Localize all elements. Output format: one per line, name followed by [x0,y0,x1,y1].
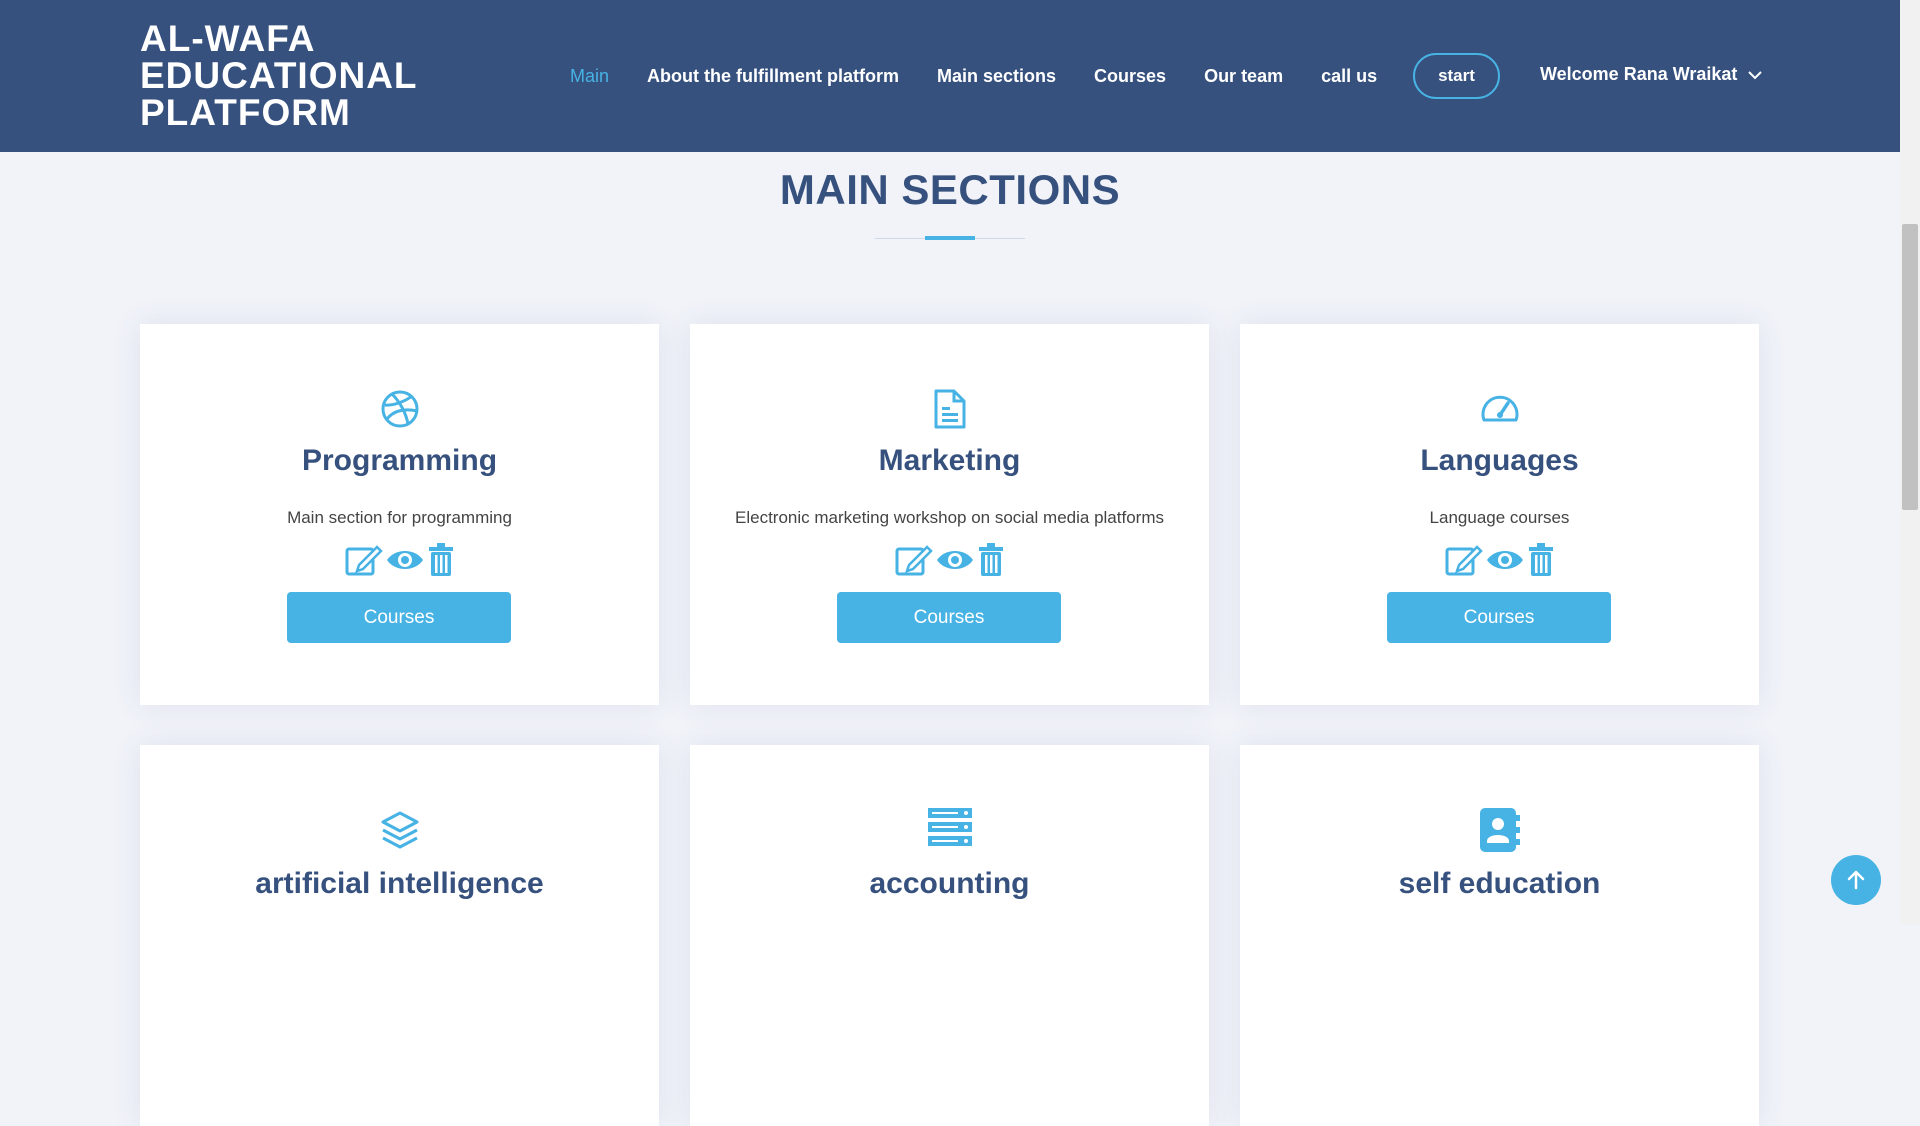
main-nav: Main About the fulfillment platform Main… [570,0,1415,152]
section-card-artificial-intelligence: artificial intelligence [140,745,659,1126]
card-title: Programming [301,444,498,477]
card-actions [140,542,659,578]
logo-line-3: PLATFORM [140,92,351,133]
logo-line-1: AL-WAFA [140,18,316,59]
site-header: AL-WAFA EDUCATIONAL PLATFORM Main About … [0,0,1900,152]
delete-trash-icon[interactable] [427,543,455,577]
file-text-icon [934,389,965,429]
card-description: Language courses [1429,508,1570,527]
nav-item-our-team[interactable]: Our team [1204,66,1283,87]
scrollbar-thumb[interactable] [1902,224,1918,510]
card-description: Electronic marketing workshop on social … [735,508,1164,527]
section-card-self-education: self education [1240,745,1759,1126]
card-actions [1240,542,1759,578]
nav-item-call-us[interactable]: call us [1321,66,1377,87]
section-card-marketing: Marketing Electronic marketing workshop … [690,324,1209,705]
view-eye-icon[interactable] [935,546,975,574]
nav-item-main-sections[interactable]: Main sections [937,66,1056,87]
courses-button[interactable]: Courses [1387,592,1611,643]
view-eye-icon[interactable] [385,546,425,574]
card-title: accounting [869,867,1030,900]
back-to-top-button[interactable] [1831,855,1881,905]
section-title: MAIN SECTIONS [779,166,1121,213]
speedometer-icon [1481,395,1518,422]
nav-item-about[interactable]: About the fulfillment platform [647,66,899,87]
logo-line-2: EDUCATIONAL [140,55,418,96]
dribbble-icon [381,390,418,428]
card-description: Main section for programming [287,508,512,527]
arrow-up-icon [1847,870,1865,890]
layers-icon [381,811,418,849]
courses-button[interactable]: Courses [287,592,511,643]
edit-icon[interactable] [345,543,383,577]
card-title: Marketing [878,444,1021,477]
courses-button[interactable]: Courses [837,592,1061,643]
chevron-down-icon [1748,71,1763,80]
title-accent-bar [925,236,975,240]
edit-icon[interactable] [895,543,933,577]
site-logo[interactable]: AL-WAFA EDUCATIONAL PLATFORM [140,20,460,131]
contact-book-icon [1479,808,1520,852]
edit-icon[interactable] [1445,543,1483,577]
section-card-accounting: accounting [690,745,1209,1126]
card-actions [690,542,1209,578]
user-menu[interactable]: Welcome Rana Wraikat [1540,64,1763,85]
welcome-label: Welcome Rana Wraikat [1540,64,1738,84]
section-card-languages: Languages Language courses Courses [1240,324,1759,705]
card-title: artificial intelligence [255,867,544,900]
server-icon [927,808,972,846]
card-title: self education [1398,867,1601,900]
start-button[interactable]: start [1413,53,1500,99]
delete-trash-icon[interactable] [977,543,1005,577]
section-card-programming: Programming Main section for programming… [140,324,659,705]
nav-item-main[interactable]: Main [570,66,609,87]
nav-item-courses[interactable]: Courses [1094,66,1166,87]
view-eye-icon[interactable] [1485,546,1525,574]
card-title: Languages [1420,444,1579,477]
delete-trash-icon[interactable] [1527,543,1555,577]
